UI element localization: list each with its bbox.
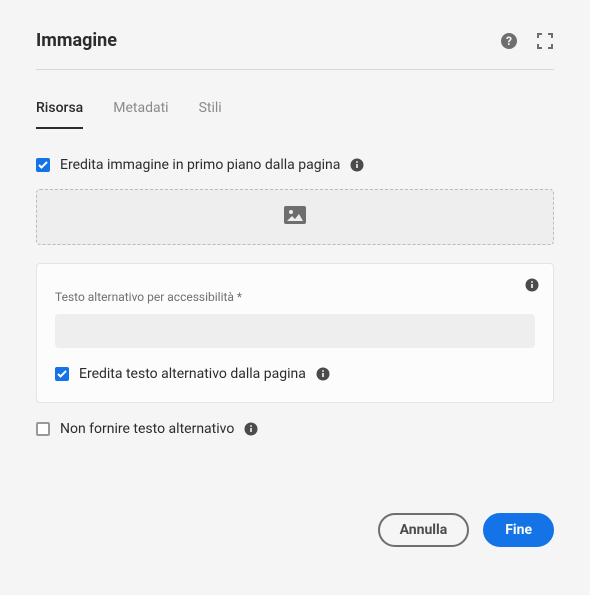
info-icon[interactable]	[525, 278, 539, 292]
info-icon[interactable]	[350, 158, 364, 172]
fullscreen-icon[interactable]	[536, 32, 554, 50]
svg-text:?: ?	[506, 34, 512, 48]
inherit-alt-label: Eredita testo alternativo dalla pagina	[79, 366, 306, 382]
tab-content: Eredita immagine in primo piano dalla pa…	[36, 129, 554, 437]
inherit-image-checkbox[interactable]	[36, 158, 50, 172]
done-button[interactable]: Fine	[483, 513, 554, 547]
alt-text-panel: Testo alternativo per accessibilità * Er…	[36, 263, 554, 403]
image-dropzone[interactable]	[36, 189, 554, 245]
alt-text-label: Testo alternativo per accessibilità *	[55, 290, 535, 304]
cancel-button[interactable]: Annulla	[378, 513, 470, 547]
inherit-alt-row: Eredita testo alternativo dalla pagina	[55, 366, 535, 382]
no-alt-label: Non fornire testo alternativo	[60, 421, 234, 437]
dialog-title: Immagine	[36, 30, 117, 51]
inherit-image-label: Eredita immagine in primo piano dalla pa…	[60, 157, 340, 173]
tab-risorsa[interactable]: Risorsa	[36, 90, 83, 128]
dialog-header: Immagine ?	[36, 30, 554, 70]
no-alt-row: Non fornire testo alternativo	[36, 421, 554, 437]
tab-metadati[interactable]: Metadati	[113, 90, 168, 128]
dialog-footer: Annulla Fine	[0, 453, 590, 547]
inherit-image-row: Eredita immagine in primo piano dalla pa…	[36, 157, 554, 173]
image-dialog: Immagine ? Risorsa Metadati Stili Eredit…	[0, 0, 590, 437]
inherit-alt-checkbox[interactable]	[55, 367, 69, 381]
tabs: Risorsa Metadati Stili	[36, 90, 554, 129]
alt-text-input[interactable]	[55, 314, 535, 348]
header-icons: ?	[500, 32, 554, 50]
help-icon[interactable]: ?	[500, 32, 518, 50]
info-icon[interactable]	[316, 367, 330, 381]
no-alt-checkbox[interactable]	[36, 422, 50, 436]
info-icon[interactable]	[244, 422, 258, 436]
image-icon	[284, 206, 306, 228]
tab-stili[interactable]: Stili	[199, 90, 222, 128]
